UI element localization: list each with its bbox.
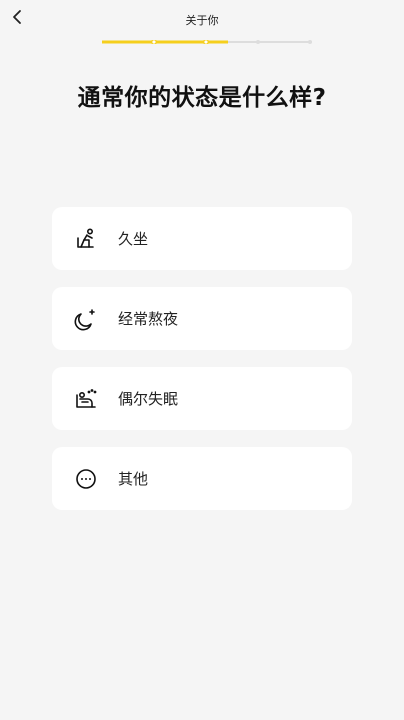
option-stay-up-late[interactable]: 经常熬夜 [52,287,352,350]
option-sedentary[interactable]: 久坐 [52,207,352,270]
progress-step-3 [256,40,260,44]
progress-step-4 [308,40,312,44]
option-label: 其他 [118,470,149,488]
progress-step-1 [151,40,157,44]
page-title: 关于你 [185,14,219,27]
question-heading: 通常你的状态是什么样? [77,85,327,111]
option-label: 经常熬夜 [118,310,179,328]
sleepless-person-icon [74,387,98,411]
option-label: 偶尔失眠 [118,390,179,408]
progress-bar [102,40,312,44]
options-list: 久坐 经常熬夜 偶尔失眠 其他 [52,207,352,527]
option-insomnia[interactable]: 偶尔失眠 [52,367,352,430]
option-other[interactable]: 其他 [52,447,352,510]
moon-star-icon [74,307,98,331]
more-dots-icon [74,467,98,491]
header: 关于你 [0,0,404,50]
sitting-person-icon [74,227,98,251]
option-label: 久坐 [118,230,149,248]
progress-step-2 [203,40,209,44]
